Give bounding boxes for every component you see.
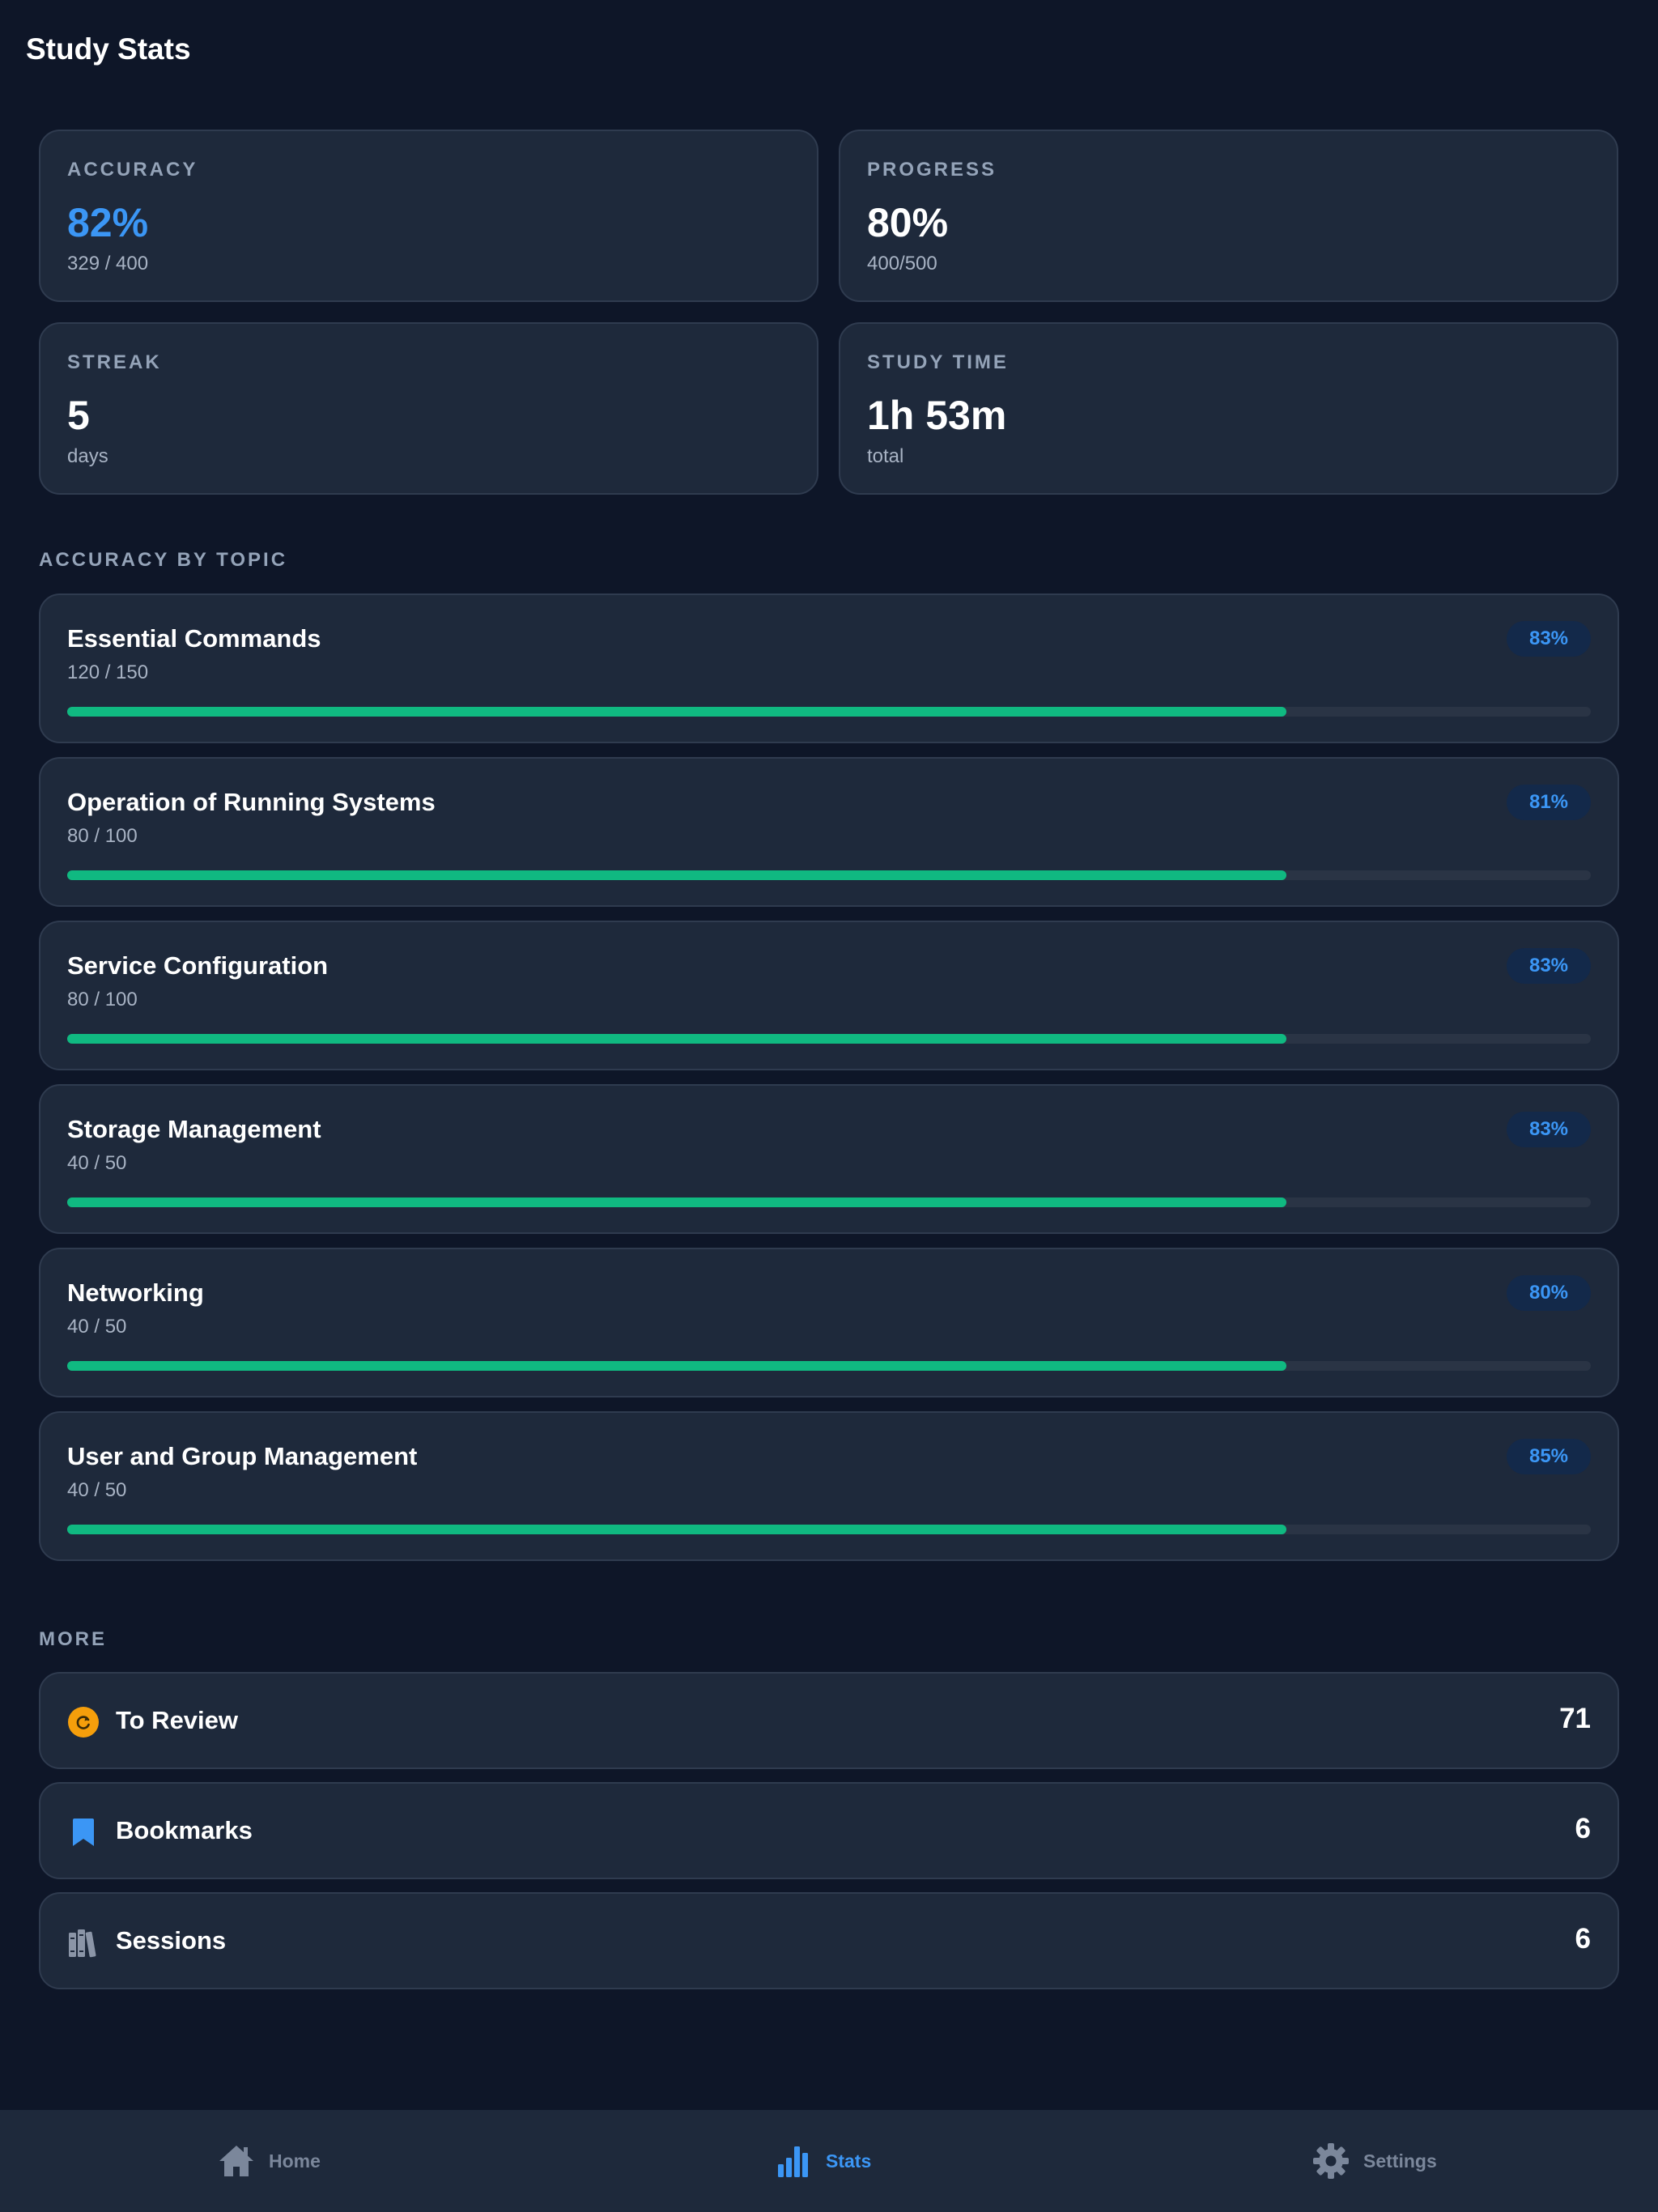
topic-accuracy-badge: 83% [1507,621,1591,657]
topic-progress-track [67,1197,1591,1207]
to-review-row[interactable]: To Review 71 [39,1672,1619,1769]
topic-progress-track [67,870,1591,880]
streak-card[interactable]: STREAK 5 days [39,322,818,495]
bar-chart-icon [778,2146,808,2177]
topic-name: Essential Commands [67,624,321,653]
topic-count: 40 / 50 [67,1152,127,1174]
streak-sub: days [67,445,108,467]
topic-progress-fill [67,870,1286,880]
bookmarks-count: 6 [1575,1813,1591,1844]
to-review-count: 71 [1559,1703,1591,1734]
study-time-value: 1h 53m [867,393,1007,438]
topic-accuracy-badge: 85% [1507,1439,1591,1474]
study-time-sub: total [867,445,904,467]
sessions-count: 6 [1575,1923,1591,1955]
nav-settings[interactable]: Settings [1312,2110,1437,2212]
accuracy-card[interactable]: ACCURACY 82% 329 / 400 [39,130,818,302]
gear-icon [1313,2143,1349,2179]
topic-accuracy-badge: 81% [1507,785,1591,820]
study-time-label: STUDY TIME [867,351,1009,373]
sessions-label: Sessions [116,1926,227,1955]
topic-progress-track [67,1525,1591,1534]
bookmarks-row[interactable]: Bookmarks 6 [39,1782,1619,1879]
topic-progress-fill [67,1525,1286,1534]
topic-progress-fill [67,707,1286,717]
streak-label: STREAK [67,351,162,373]
topic-progress-track [67,707,1591,717]
topic-name: Operation of Running Systems [67,788,436,816]
accuracy-value: 82% [67,200,149,245]
topic-count: 120 / 150 [67,661,149,683]
topic-progress-track [67,1034,1591,1044]
topic-card[interactable]: Service Configuration 80 / 100 83% [39,921,1619,1070]
more-section-label: MORE [39,1628,107,1650]
topic-card[interactable]: Operation of Running Systems 80 / 100 81… [39,757,1619,907]
nav-stats-label: Stats [826,2150,872,2172]
topic-name: User and Group Management [67,1442,418,1470]
topic-count: 40 / 50 [67,1316,127,1338]
bookmark-icon [73,1819,94,1846]
topic-count: 80 / 100 [67,989,138,1010]
topic-count: 40 / 50 [67,1479,127,1501]
study-stats-screen: Study Stats ACCURACY 82% 329 / 400 PROGR… [0,0,1658,2212]
topic-card[interactable]: Storage Management 40 / 50 83% [39,1084,1619,1234]
topic-count: 80 / 100 [67,825,138,847]
topic-accuracy-badge: 83% [1507,1112,1591,1147]
progress-card[interactable]: PROGRESS 80% 400/500 [839,130,1618,302]
topic-progress-fill [67,1361,1286,1371]
progress-value: 80% [867,200,949,245]
topic-card[interactable]: Essential Commands 120 / 150 83% [39,593,1619,743]
study-time-card[interactable]: STUDY TIME 1h 53m total [839,322,1618,495]
nav-stats[interactable]: Stats [774,2110,871,2212]
bookmarks-label: Bookmarks [116,1816,253,1844]
progress-sub: 400/500 [867,253,937,274]
sessions-row[interactable]: Sessions 6 [39,1892,1619,1989]
accuracy-sub: 329 / 400 [67,253,149,274]
home-icon [219,2146,253,2176]
progress-label: PROGRESS [867,159,997,181]
streak-value: 5 [67,393,90,438]
nav-settings-label: Settings [1363,2150,1437,2172]
topic-name: Networking [67,1278,204,1307]
books-icon [69,1929,96,1958]
nav-home[interactable]: Home [217,2110,321,2212]
topics-section-label: ACCURACY BY TOPIC [39,549,288,571]
topic-name: Service Configuration [67,951,329,980]
nav-home-label: Home [269,2150,321,2172]
topic-progress-fill [67,1034,1286,1044]
page-title: Study Stats [26,32,191,66]
to-review-label: To Review [116,1706,239,1734]
topic-name: Storage Management [67,1115,321,1143]
topic-progress-track [67,1361,1591,1371]
topic-card[interactable]: Networking 40 / 50 80% [39,1248,1619,1397]
topic-accuracy-badge: 83% [1507,948,1591,984]
accuracy-label: ACCURACY [67,159,198,181]
bottom-nav: Home Stats Settings [0,2110,1658,2212]
topic-progress-fill [67,1197,1286,1207]
review-refresh-icon [68,1707,99,1738]
topic-card[interactable]: User and Group Management 40 / 50 85% [39,1411,1619,1561]
topic-accuracy-badge: 80% [1507,1275,1591,1311]
